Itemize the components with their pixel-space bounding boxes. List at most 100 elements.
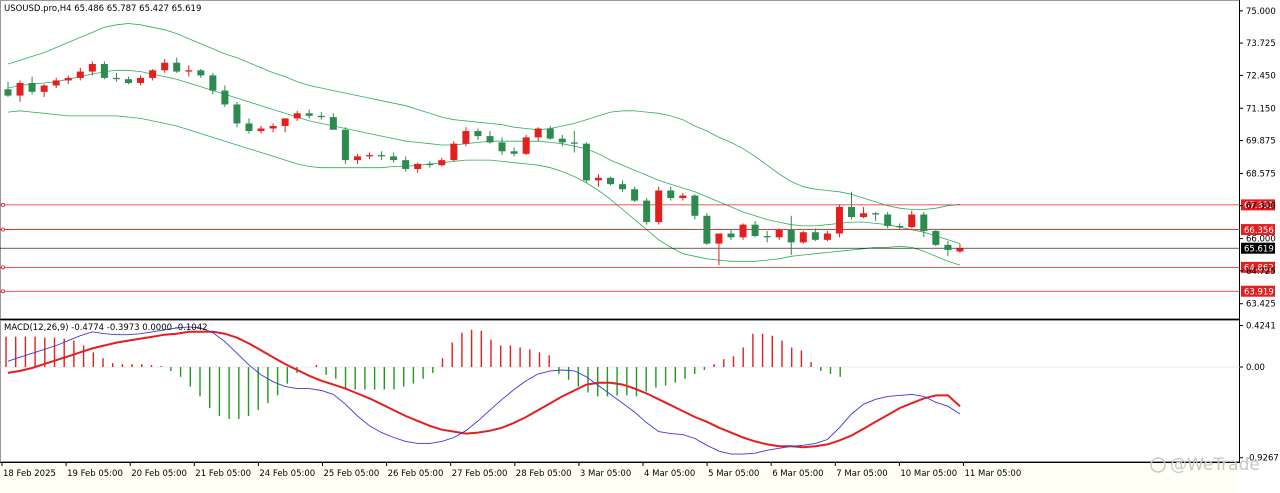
candle[interactable] [269,125,277,129]
level-handle[interactable] [0,289,6,294]
candle[interactable] [884,214,892,226]
chart-canvas[interactable]: 67.33166.35664.86263.91975.00073.72572.4… [0,0,1280,493]
candle[interactable] [607,177,614,185]
candle[interactable] [872,213,880,215]
candle[interactable] [233,104,241,124]
candle[interactable] [920,214,928,231]
candle[interactable] [378,155,386,157]
candle[interactable] [16,82,24,96]
candle[interactable] [522,137,530,154]
trading-terminal: 67.331 66.356 64.862 63.919 75.000 73.725 72.4… [0,0,1280,493]
candle[interactable] [329,117,337,130]
candle[interactable] [715,233,723,244]
candle[interactable] [88,63,96,72]
candle[interactable] [727,233,735,238]
candle[interactable] [667,190,675,199]
candle[interactable] [835,206,843,234]
candle[interactable] [956,248,964,252]
candle[interactable] [281,118,289,126]
candle[interactable] [341,129,349,161]
candle[interactable] [655,190,663,223]
candle[interactable] [28,82,36,92]
candle[interactable] [245,123,253,132]
level-handle[interactable] [0,227,6,232]
candle[interactable] [944,244,952,250]
candle[interactable] [426,163,434,166]
candle[interactable] [582,143,590,181]
macd-header: MACD(12,26,9) -0.4774 -0.3973 0.0000 -0.… [4,323,208,333]
candle[interactable] [860,213,868,218]
candle[interactable] [679,195,687,199]
time-tick-label: 5 Mar 05:00 [708,469,759,479]
candle[interactable] [546,128,554,139]
candle[interactable] [462,131,470,144]
time-tick-label: 18 Feb 2025 [3,469,56,479]
candle[interactable] [775,229,783,238]
price-tick-label: 75.000 [1246,7,1276,17]
time-tick-label: 7 Mar 05:00 [836,469,887,479]
candle[interactable] [751,224,759,237]
candle[interactable] [125,79,132,83]
time-tick-label: 3 Mar 05:00 [580,469,631,479]
candle[interactable] [848,206,855,218]
candle[interactable] [305,113,313,116]
level-handle[interactable] [0,202,6,207]
candle[interactable] [149,70,157,78]
price-tick-label: 68.575 [1246,169,1276,179]
candle[interactable] [534,128,542,138]
candle[interactable] [4,89,12,96]
level-handle[interactable] [0,265,6,270]
candle[interactable] [908,214,916,228]
candle[interactable] [293,113,301,119]
price-tick-label: 73.725 [1246,39,1276,49]
candle[interactable] [390,156,398,161]
candle[interactable] [450,143,458,161]
candle[interactable] [932,230,940,245]
candle[interactable] [787,229,795,243]
candle[interactable] [52,80,60,86]
candle[interactable] [570,142,578,144]
candle[interactable] [76,71,84,78]
macd-panel[interactable] [0,320,1240,462]
candle[interactable] [402,160,410,169]
candle[interactable] [703,215,711,244]
candle[interactable] [185,70,193,72]
time-tick-label: 4 Mar 05:00 [644,469,695,479]
candle[interactable] [438,160,446,166]
candle[interactable] [100,63,108,78]
candle[interactable] [896,225,904,228]
candle[interactable] [498,142,506,152]
candle[interactable] [643,200,651,223]
candle[interactable] [486,136,494,143]
candle[interactable] [763,236,771,238]
candle[interactable] [112,77,120,80]
time-tick-label: 24 Feb 05:00 [259,469,315,479]
candle[interactable] [811,232,819,240]
candle[interactable] [353,156,361,161]
candle[interactable] [197,70,205,76]
time-tick-label: 6 Mar 05:00 [772,469,823,479]
candle[interactable] [161,62,169,71]
candle[interactable] [594,177,602,181]
candle[interactable] [137,77,145,83]
candle[interactable] [510,151,518,154]
candle[interactable] [209,75,217,91]
candle[interactable] [414,163,422,169]
candle[interactable] [317,115,325,118]
price-tick-label: 71.150 [1246,104,1276,114]
candle[interactable] [739,224,747,238]
main-price-panel[interactable] [0,0,1240,319]
candle[interactable] [558,138,566,143]
candle[interactable] [691,195,699,216]
candle[interactable] [823,233,831,240]
candle[interactable] [257,128,265,132]
candle[interactable] [619,184,627,190]
candle[interactable] [474,131,482,137]
candle[interactable] [366,155,373,157]
candle[interactable] [799,232,807,243]
candle[interactable] [40,85,48,92]
candle[interactable] [631,189,639,201]
candle[interactable] [64,77,72,81]
candle[interactable] [173,62,181,72]
candle[interactable] [221,90,229,105]
